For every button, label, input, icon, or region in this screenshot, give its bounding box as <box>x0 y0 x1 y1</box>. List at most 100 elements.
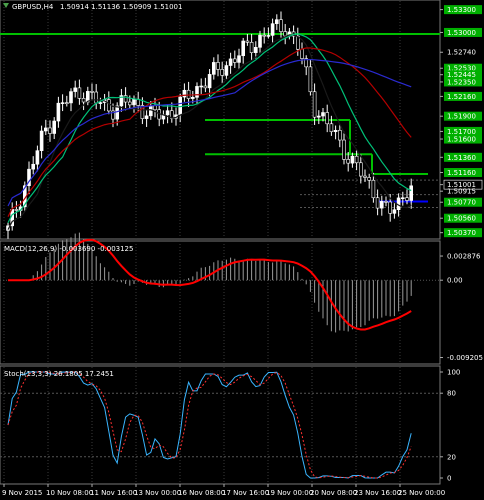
macd-panel-frame <box>0 240 441 365</box>
candle-body <box>270 23 275 36</box>
candle-body <box>266 35 271 37</box>
candle-body <box>94 91 98 104</box>
macd-axis: 0.002876 0.00 -0.009205 <box>440 253 483 362</box>
candle-body <box>337 129 342 141</box>
candle-body <box>69 91 73 104</box>
macd-axis-label: 0.002876 <box>447 253 481 261</box>
time-label: 16 Nov 08:00 <box>178 489 225 497</box>
candle-body <box>249 42 254 53</box>
stoch-axis-label: 0 <box>447 475 451 483</box>
stoch-axis: 100 80 20 0 <box>440 369 460 483</box>
price-label: 1.50915 <box>447 188 476 196</box>
candle-body <box>90 91 94 93</box>
candle-body <box>333 129 338 133</box>
candle-body <box>77 87 82 99</box>
price-axis: 1.533001.530001.527401.525301.524451.523… <box>440 5 483 238</box>
candle-body <box>409 185 414 201</box>
candle-body <box>312 91 317 118</box>
candle-body <box>98 102 103 104</box>
candle-body <box>216 62 220 70</box>
price-label: 1.52350 <box>447 78 476 86</box>
candle-body <box>128 101 132 106</box>
candle-body <box>220 69 224 76</box>
candle-body <box>182 89 187 98</box>
candle-body <box>144 115 149 119</box>
candle-body <box>195 86 199 98</box>
candle-body <box>354 155 359 164</box>
candle-body <box>132 98 136 106</box>
price-label: 1.51900 <box>447 113 476 121</box>
candle-body <box>228 58 233 66</box>
time-label: 13 Nov 00:00 <box>134 489 181 497</box>
candle-body <box>375 197 380 209</box>
candle-body <box>73 87 77 92</box>
candle-body <box>31 163 36 170</box>
candle-body <box>43 127 48 132</box>
candle-body <box>258 34 262 48</box>
price-label: 1.52740 <box>447 49 476 57</box>
time-label: 17 Nov 16:00 <box>222 489 269 497</box>
candle-body <box>342 139 346 160</box>
candle-body <box>384 201 388 203</box>
candle-body <box>316 115 321 118</box>
candle-body <box>39 130 44 151</box>
candle-body <box>358 162 363 177</box>
candle-body <box>329 123 334 133</box>
candle-body <box>405 197 409 201</box>
trading-chart[interactable]: 1.533001.530001.527401.525301.524451.523… <box>0 0 484 500</box>
stoch-axis-label: 100 <box>447 369 460 377</box>
candle-body <box>224 65 229 76</box>
stoch-title: Stoch(13,3,3) 26.1805 17.2451 <box>4 370 114 378</box>
candle-body <box>107 99 111 112</box>
candle-body <box>308 66 313 93</box>
macd-title: MACD(12,26,9) -0.003690 -0.003125 <box>4 245 133 253</box>
candle-body <box>254 47 258 53</box>
candle-body <box>48 127 52 134</box>
candle-body <box>52 120 57 134</box>
price-label: 1.51600 <box>447 136 476 144</box>
candle-body <box>60 102 65 104</box>
candle-body <box>325 112 330 125</box>
candle-body <box>245 40 250 43</box>
price-label: 1.50770 <box>447 199 476 207</box>
price-label: 1.51160 <box>447 169 476 177</box>
candle-body <box>199 85 203 88</box>
time-label: 10 Nov 08:00 <box>46 489 93 497</box>
candle-body <box>371 179 376 199</box>
candle-body <box>388 201 393 214</box>
price-label: 1.50370 <box>447 229 476 237</box>
candle-body <box>233 58 237 63</box>
time-label: 11 Nov 16:00 <box>90 489 137 497</box>
candle-body <box>274 19 279 24</box>
candle-body <box>165 110 170 116</box>
candle-body <box>346 159 351 164</box>
candle-body <box>392 209 397 214</box>
candle-body <box>363 175 367 178</box>
candle-body <box>186 89 191 99</box>
candle-body <box>203 85 208 89</box>
candle-body <box>115 105 119 120</box>
candle-body <box>283 31 288 37</box>
candle-body <box>237 55 241 63</box>
candle-body <box>279 19 283 32</box>
price-label: 1.53300 <box>447 6 476 14</box>
macd-axis-label: 0.00 <box>447 277 463 285</box>
candle-body <box>81 98 86 103</box>
candle-body <box>56 102 61 122</box>
symbol-text: GBPUSD,H4 <box>12 3 54 11</box>
candle-body <box>191 97 195 99</box>
macd-axis-label: -0.009205 <box>447 354 483 362</box>
candle-body <box>300 48 304 59</box>
time-label: 20 Nov 08:00 <box>310 489 357 497</box>
candle-body <box>65 102 69 104</box>
candle-body <box>367 177 372 181</box>
time-label: 23 Nov 16:00 <box>354 489 401 497</box>
price-label: 1.51360 <box>447 154 476 162</box>
ohlc-text: 1.50914 1.51136 1.50909 1.51001 <box>60 3 182 11</box>
candle-body <box>207 74 212 89</box>
candle-body <box>400 197 405 200</box>
stoch-panel-frame <box>0 365 441 485</box>
stoch-axis-label: 80 <box>447 390 456 398</box>
candle-body <box>262 34 267 37</box>
price-label: 1.52160 <box>447 93 476 101</box>
